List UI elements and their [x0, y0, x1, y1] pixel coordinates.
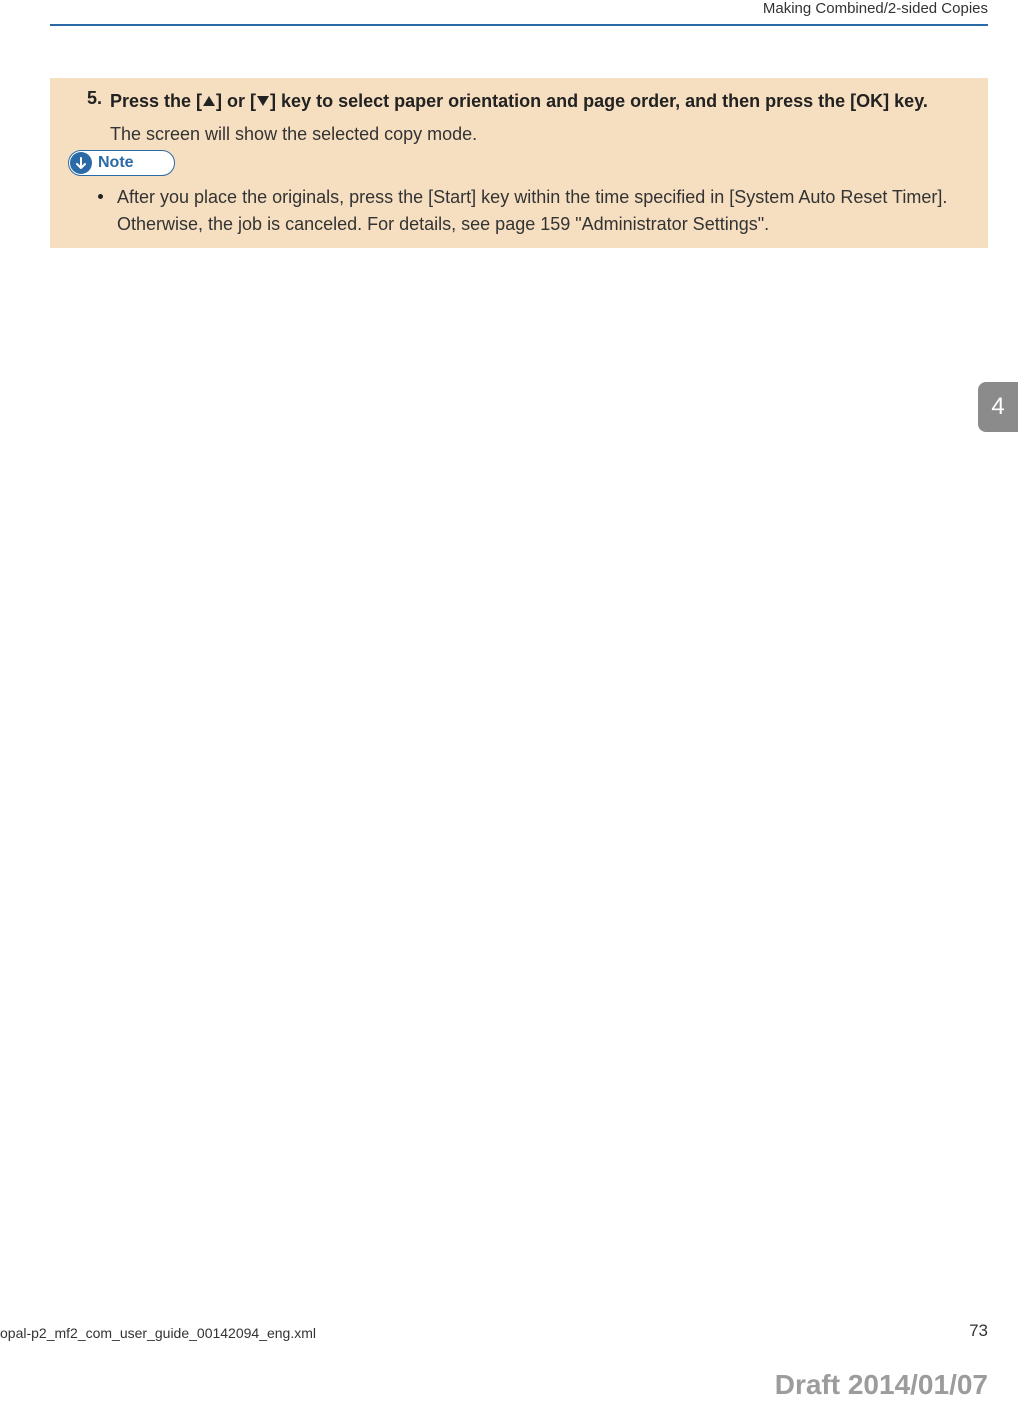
- step-text-part3: ] key to select paper orientation and pa…: [270, 91, 928, 111]
- step-number: 5.: [68, 88, 110, 109]
- bullet-icon: [98, 194, 103, 199]
- chapter-tab: 4: [978, 382, 1018, 432]
- note-down-arrow-icon: [70, 152, 92, 174]
- highlight-box: 5. Press the [ ] or [ ] key to select pape…: [50, 78, 988, 248]
- step-text-part2: ] or [: [216, 91, 256, 111]
- step-text-part1: Press the [: [110, 91, 202, 111]
- note-body: After you place the originals, press the…: [117, 184, 970, 238]
- step-row: 5. Press the [ ] or [ ] key to select pape…: [68, 88, 970, 115]
- content-area: 5. Press the [ ] or [ ] key to select pape…: [50, 78, 988, 248]
- note-label: Note: [98, 154, 134, 172]
- page-number: 73: [969, 1321, 988, 1341]
- down-arrow-icon: [257, 96, 269, 106]
- step-text: Press the [ ] or [ ] key to select paper o…: [110, 88, 970, 115]
- note-badge: Note: [68, 150, 175, 176]
- step-subtext: The screen will show the selected copy m…: [110, 121, 970, 148]
- draft-watermark: Draft 2014/01/07: [775, 1369, 988, 1401]
- footer-filename: opal-p2_mf2_com_user_guide_00142094_eng.…: [0, 1325, 316, 1341]
- running-header: Making Combined/2-sided Copies: [763, 0, 988, 17]
- note-bullet-row: After you place the originals, press the…: [68, 184, 970, 238]
- header-rule: [50, 24, 988, 26]
- page: Making Combined/2-sided Copies 5. Press …: [0, 0, 1018, 1421]
- note-badge-wrap: Note: [68, 150, 970, 176]
- up-arrow-icon: [203, 96, 215, 106]
